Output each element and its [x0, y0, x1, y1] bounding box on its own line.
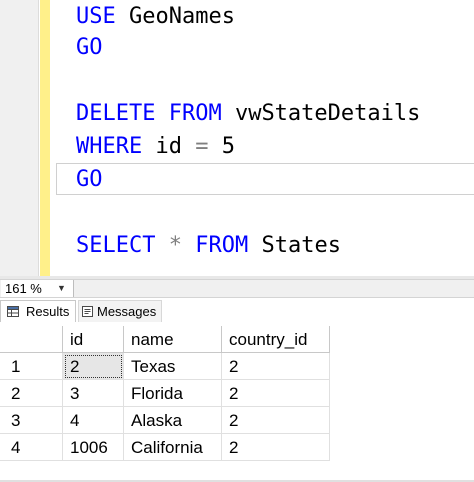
sql-literal: 5: [208, 134, 235, 159]
zoom-value: 161 %: [5, 281, 42, 296]
editor-gutter: [0, 0, 38, 279]
grid-cell-name[interactable]: Florida: [124, 380, 222, 407]
row-header[interactable]: 1: [0, 353, 63, 380]
sql-keyword: DELETE FROM: [76, 101, 222, 126]
gutter-divider: [38, 0, 39, 279]
editor-status-bar: 161 % ▼: [0, 279, 474, 298]
grid-cell-country-id[interactable]: 2: [222, 434, 330, 461]
grid-cell-name[interactable]: California: [124, 434, 222, 461]
sql-keyword: FROM: [195, 233, 249, 258]
grid-cell-name[interactable]: Alaska: [124, 407, 222, 434]
tab-messages[interactable]: Messages: [78, 300, 162, 322]
tab-results[interactable]: Results: [0, 300, 76, 322]
grid-cell-id[interactable]: 2: [63, 353, 124, 380]
code-line-4[interactable]: DELETE FROM vwStateDetails: [76, 97, 420, 130]
sql-operator: =: [195, 134, 209, 159]
sql-identifier: GeoNames: [115, 4, 235, 29]
tab-results-label: Results: [26, 304, 70, 319]
row-header[interactable]: 2: [0, 380, 63, 407]
dropdown-arrow-icon[interactable]: ▼: [57, 280, 66, 297]
grid-cell-id[interactable]: 1006: [63, 434, 124, 461]
column-header-country-id[interactable]: country_id: [222, 326, 330, 353]
row-header[interactable]: 4: [0, 434, 63, 461]
results-grid[interactable]: id name country_id 1 2 Texas 2 2 3 Flori…: [0, 324, 474, 482]
column-header-id[interactable]: id: [63, 326, 124, 353]
code-line-8[interactable]: SELECT * FROM States: [76, 229, 341, 262]
current-line-highlight: [56, 163, 474, 195]
sql-identifier: vwStateDetails: [221, 101, 421, 126]
sql-keyword: SELECT: [76, 233, 156, 258]
code-line-2[interactable]: GO: [76, 31, 103, 64]
row-header[interactable]: 3: [0, 407, 63, 434]
results-tab-strip: Results Messages: [0, 298, 474, 324]
grid-cell-country-id[interactable]: 2: [222, 380, 330, 407]
grid-cell-id[interactable]: 3: [63, 380, 124, 407]
messages-icon: [82, 306, 93, 317]
grid-cell-id[interactable]: 4: [63, 407, 124, 434]
grid-cell-name[interactable]: Texas: [124, 353, 222, 380]
column-header-name[interactable]: name: [124, 326, 222, 353]
code-line-6[interactable]: GO: [76, 163, 103, 196]
sql-identifier: id: [142, 134, 196, 159]
query-editor[interactable]: USE GeoNames GO DELETE FROM vwStateDetai…: [0, 0, 474, 279]
grid-corner-header[interactable]: [0, 326, 63, 353]
zoom-dropdown[interactable]: 161 % ▼: [1, 280, 74, 297]
sql-keyword: WHERE: [76, 134, 143, 159]
grid-cell-country-id[interactable]: 2: [222, 407, 330, 434]
sql-keyword: GO: [76, 167, 103, 192]
results-grid-icon: [7, 306, 19, 317]
code-line-1[interactable]: USE GeoNames: [76, 0, 235, 33]
code-line-5[interactable]: WHERE id = 5: [76, 130, 235, 163]
sql-keyword: GO: [76, 35, 103, 60]
change-tracking-bar: [40, 0, 50, 279]
sql-keyword: USE: [76, 4, 116, 29]
sql-operator: *: [155, 233, 196, 258]
grid-cell-country-id[interactable]: 2: [222, 353, 330, 380]
tab-messages-label: Messages: [97, 304, 157, 319]
sql-identifier: States: [248, 233, 341, 258]
